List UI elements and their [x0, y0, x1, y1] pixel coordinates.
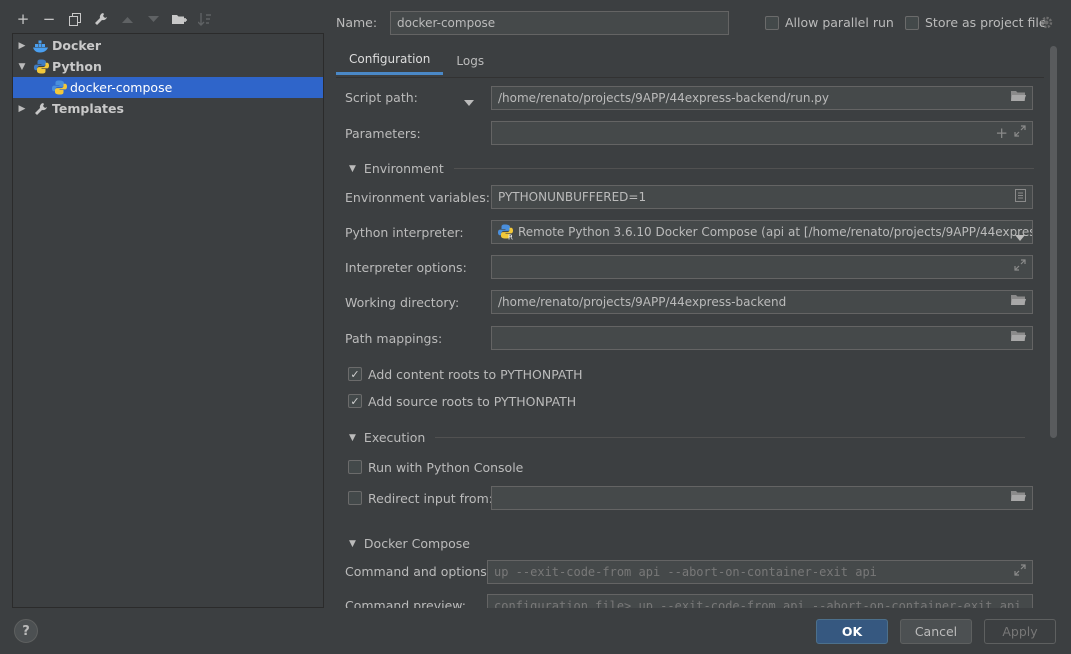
- allow-parallel-checkbox[interactable]: [765, 16, 779, 30]
- tree-item-python[interactable]: ▼ Python: [13, 56, 323, 77]
- folder-icon[interactable]: [1011, 330, 1026, 345]
- expand-arrow-icon[interactable]: ▶: [17, 104, 27, 114]
- remote-python-icon: R: [498, 224, 514, 240]
- interpreter-label: Python interpreter:: [345, 225, 464, 240]
- env-vars-label: Environment variables:: [345, 190, 490, 205]
- expand-icon[interactable]: [1014, 259, 1026, 274]
- wrench-icon: [33, 101, 49, 117]
- parameters-label: Parameters:: [345, 126, 421, 141]
- env-vars-value: PYTHONUNBUFFERED=1: [498, 190, 647, 204]
- python-icon: [51, 80, 67, 96]
- collapse-arrow-icon: ▼: [349, 163, 356, 174]
- run-config-toolbar: + −: [12, 8, 216, 30]
- tree-item-label: Templates: [52, 101, 124, 116]
- docker-icon: [33, 38, 49, 54]
- store-project-checkbox[interactable]: [905, 16, 919, 30]
- expand-icon[interactable]: [1014, 125, 1026, 140]
- tree-item-label: docker-compose: [70, 80, 173, 95]
- redirect-input-label: Redirect input from:: [368, 491, 493, 506]
- folder-icon[interactable]: [1011, 490, 1026, 505]
- tree-item-label: Python: [52, 59, 102, 74]
- run-console-checkbox[interactable]: [348, 460, 362, 474]
- move-down-icon[interactable]: [142, 8, 164, 30]
- name-input[interactable]: docker-compose: [390, 11, 729, 35]
- tree-item-templates[interactable]: ▶ Templates: [13, 98, 323, 119]
- scrollbar-thumb[interactable]: [1050, 46, 1057, 438]
- store-project-label: Store as project file: [925, 15, 1047, 30]
- preview-value: configuration file> up --exit-code-from …: [494, 599, 1022, 608]
- collapse-arrow-icon: ▼: [349, 432, 356, 443]
- tree-item-docker[interactable]: ▶ Docker: [13, 35, 323, 56]
- redirect-input-field[interactable]: [491, 486, 1033, 510]
- apply-button[interactable]: Apply: [984, 619, 1056, 644]
- redirect-input-checkbox[interactable]: [348, 491, 362, 505]
- add-icon[interactable]: +: [12, 8, 34, 30]
- tab-divider: [336, 77, 1044, 78]
- add-content-roots-label: Add content roots to PYTHONPATH: [368, 367, 583, 382]
- tab-configuration[interactable]: Configuration: [336, 46, 444, 75]
- collapse-arrow-icon[interactable]: ▼: [17, 62, 27, 72]
- command-label: Command and options:: [345, 564, 491, 579]
- svg-text:R: R: [508, 234, 513, 241]
- config-tabs: Configuration Logs: [336, 46, 497, 77]
- working-dir-value: /home/renato/projects/9APP/44express-bac…: [498, 295, 787, 309]
- sort-icon[interactable]: [194, 8, 216, 30]
- section-title: Docker Compose: [363, 536, 471, 551]
- interp-options-input[interactable]: [491, 255, 1033, 279]
- section-divider: [453, 168, 1034, 169]
- script-type-dropdown-icon[interactable]: [464, 94, 474, 109]
- interp-options-label: Interpreter options:: [345, 260, 467, 275]
- folder-icon[interactable]: [1011, 90, 1026, 105]
- working-dir-label: Working directory:: [345, 295, 460, 310]
- script-path-value: /home/renato/projects/9APP/44express-bac…: [498, 91, 829, 105]
- path-mappings-input[interactable]: [491, 326, 1033, 350]
- interpreter-select[interactable]: R Remote Python 3.6.10 Docker Compose (a…: [491, 220, 1033, 244]
- run-config-tree: ▶ Docker ▼ Python docker-compose ▶ Templ…: [12, 33, 324, 608]
- parameters-input[interactable]: +: [491, 121, 1033, 145]
- preview-input: configuration file> up --exit-code-from …: [487, 594, 1033, 608]
- new-folder-icon[interactable]: [168, 8, 190, 30]
- remove-icon[interactable]: −: [38, 8, 60, 30]
- folder-icon[interactable]: [1011, 294, 1026, 309]
- copy-icon[interactable]: [64, 8, 86, 30]
- tree-item-label: Docker: [52, 38, 101, 53]
- ok-button[interactable]: OK: [816, 619, 888, 644]
- command-value: up --exit-code-from api --abort-on-conta…: [494, 565, 877, 579]
- expand-arrow-icon[interactable]: ▶: [17, 41, 27, 51]
- docker-compose-section[interactable]: ▼ Docker Compose: [345, 536, 1035, 551]
- python-icon: [33, 59, 49, 75]
- add-content-roots-checkbox[interactable]: ✓: [348, 367, 362, 381]
- cancel-button[interactable]: Cancel: [900, 619, 972, 644]
- working-dir-input[interactable]: /home/renato/projects/9APP/44express-bac…: [491, 290, 1033, 314]
- expand-icon[interactable]: [1014, 564, 1026, 579]
- execution-section[interactable]: ▼ Execution: [345, 430, 1035, 445]
- help-button[interactable]: ?: [14, 619, 38, 643]
- preview-clip: Command preview: configuration file> up …: [336, 590, 1044, 608]
- preview-label: Command preview:: [345, 598, 467, 608]
- run-console-label: Run with Python Console: [368, 460, 524, 475]
- script-path-label: Script path:: [345, 90, 418, 105]
- tab-logs[interactable]: Logs: [443, 46, 497, 75]
- document-icon[interactable]: [1015, 189, 1026, 205]
- add-icon[interactable]: +: [995, 125, 1008, 140]
- chevron-down-icon[interactable]: [1015, 230, 1025, 243]
- environment-section[interactable]: ▼ Environment: [345, 161, 1035, 176]
- name-label: Name:: [336, 15, 378, 30]
- allow-parallel-label: Allow parallel run: [785, 15, 894, 30]
- tree-item-docker-compose[interactable]: docker-compose: [13, 77, 323, 98]
- script-path-input[interactable]: /home/renato/projects/9APP/44express-bac…: [491, 86, 1033, 110]
- interpreter-value: Remote Python 3.6.10 Docker Compose (api…: [518, 225, 1033, 239]
- add-source-roots-label: Add source roots to PYTHONPATH: [368, 394, 577, 409]
- gear-icon[interactable]: [1039, 15, 1054, 33]
- section-title: Environment: [363, 161, 444, 176]
- move-up-icon[interactable]: [116, 8, 138, 30]
- section-divider: [435, 437, 1026, 438]
- env-vars-input[interactable]: PYTHONUNBUFFERED=1: [491, 185, 1033, 209]
- collapse-arrow-icon: ▼: [349, 538, 356, 549]
- command-input[interactable]: up --exit-code-from api --abort-on-conta…: [487, 560, 1033, 584]
- wrench-icon[interactable]: [90, 8, 112, 30]
- add-source-roots-checkbox[interactable]: ✓: [348, 394, 362, 408]
- section-title: Execution: [363, 430, 426, 445]
- path-mappings-label: Path mappings:: [345, 331, 443, 346]
